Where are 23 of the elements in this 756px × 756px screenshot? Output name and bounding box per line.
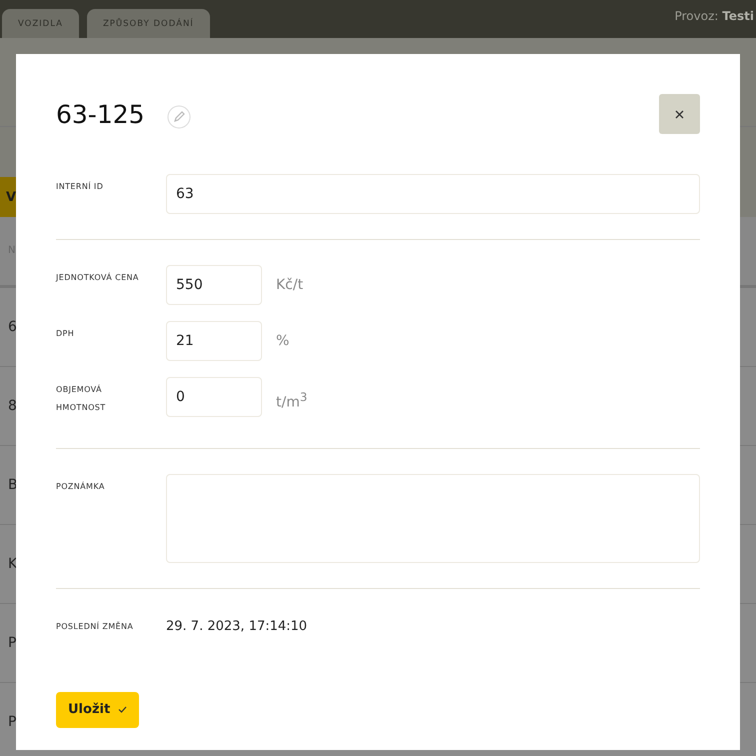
operation-label: Provoz: <box>674 9 718 23</box>
input-field[interactable]: 63 <box>166 174 700 214</box>
field-label: POSLEDNÍ ZMĚNA <box>56 620 134 633</box>
last-change-value: 29. 7. 2023, 17:14:10 <box>166 618 308 636</box>
field-label: DPH <box>56 328 76 340</box>
unit-label: t/m$^{3}$ <box>276 389 308 413</box>
input-field[interactable]: 0 <box>166 377 262 417</box>
field-label: OBJEMOVÁ HMOTNOST <box>56 384 107 414</box>
field-label: JEDNOTKOVÁ CENA <box>56 272 140 284</box>
close-button[interactable] <box>659 94 700 134</box>
note-field[interactable] <box>166 474 700 563</box>
save-button[interactable]: Uložit <box>56 692 140 728</box>
dialog-title: 63-125 <box>56 100 145 128</box>
unit-label: % <box>276 332 290 351</box>
check-icon <box>118 706 128 714</box>
input-field[interactable]: 21 <box>166 321 262 361</box>
input-field[interactable]: 550 <box>166 265 262 305</box>
close-icon <box>675 110 684 118</box>
edit-icon[interactable] <box>166 105 191 129</box>
unit-label: Kč/t <box>276 276 304 295</box>
field-label: INTERNÍ ID <box>56 180 104 193</box>
field-label: POZNÁMKA <box>56 480 106 493</box>
operation-value: Testi <box>722 9 754 23</box>
